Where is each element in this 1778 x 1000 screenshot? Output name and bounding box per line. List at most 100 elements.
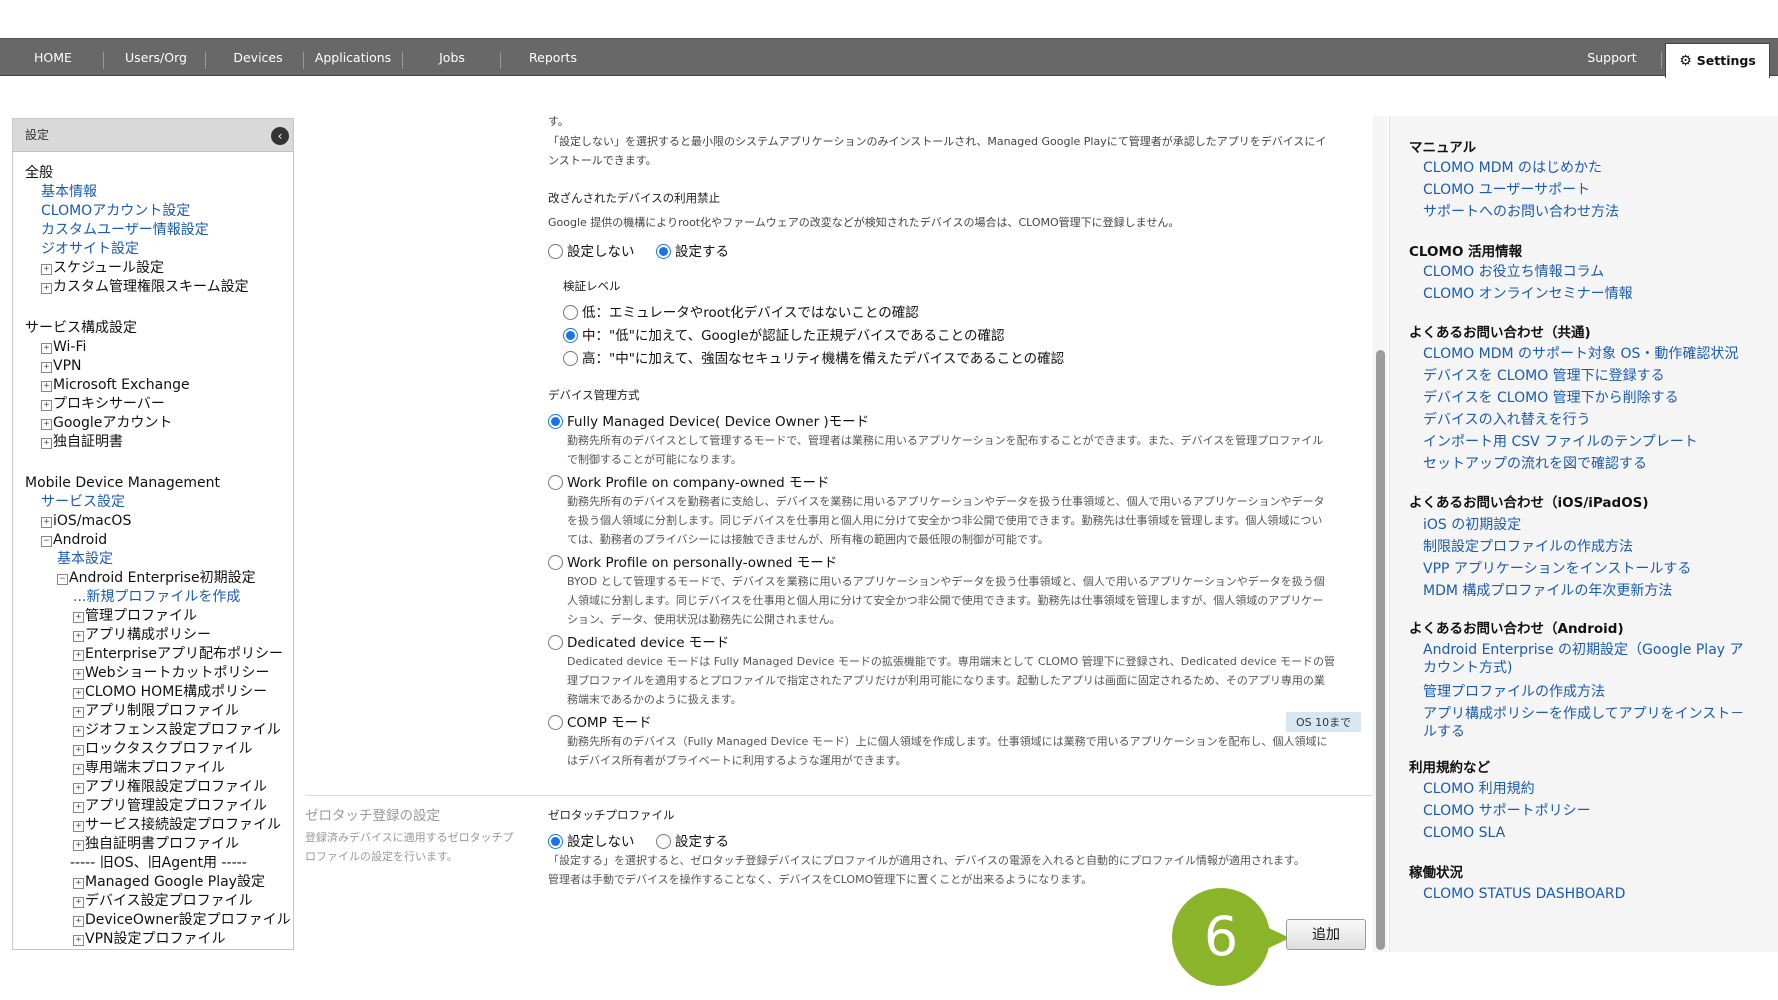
tree-item-profile-1[interactable]: + アプリ構成ポリシー [25,626,293,645]
tree-item-legacy-2[interactable]: + DeviceOwner設定プロファイル [25,911,293,930]
expand-icon[interactable]: + [73,821,84,832]
tree-item-profile-3[interactable]: + Webショートカットポリシー [25,664,293,683]
tamper-off-option[interactable]: 設定しない [548,240,635,260]
expand-icon[interactable]: + [73,669,84,680]
tree-item-legacy-0[interactable]: + Managed Google Play設定 [25,873,293,892]
tree-link-basic-info[interactable]: 基本情報 [41,184,97,200]
tree-item-profile-10[interactable]: + アプリ管理設定プロファイル [25,797,293,816]
expand-icon[interactable]: + [73,783,84,794]
tree-item-exchange[interactable]: + Microsoft Exchange [25,376,293,395]
help-link[interactable]: 制限設定プロファイルの作成方法 [1423,538,1753,556]
help-link[interactable]: デバイスを CLOMO 管理下に登録する [1423,367,1753,385]
expand-icon[interactable]: + [41,419,52,430]
tamper-on-option[interactable]: 設定する [656,240,729,260]
nav-home[interactable]: HOME [20,39,86,77]
tamper-on-radio[interactable] [656,244,671,259]
tree-item-profile-0[interactable]: + 管理プロファイル [25,607,293,626]
tree-item-custom-permission[interactable]: + カスタム管理権限スキーム設定 [25,278,293,297]
nav-support[interactable]: Support [1570,39,1654,77]
expand-icon[interactable]: + [73,688,84,699]
expand-icon[interactable]: + [41,264,52,275]
expand-icon[interactable]: + [41,283,52,294]
help-link[interactable]: CLOMO MDM のサポート対象 OS・動作確認状況 [1423,345,1753,363]
expand-icon[interactable]: + [73,707,84,718]
help-link[interactable]: CLOMO サポートポリシー [1423,802,1753,820]
expand-icon[interactable]: + [73,802,84,813]
tree-item-vpn[interactable]: + VPN [25,357,293,376]
zero-touch-on-option[interactable]: 設定する [656,830,729,850]
nav-users-org[interactable]: Users/Org [110,39,202,77]
tree-item-profile-4[interactable]: + CLOMO HOME構成ポリシー [25,683,293,702]
help-link[interactable]: 管理プロファイルの作成方法 [1423,683,1753,701]
tree-item-google-account[interactable]: + Googleアカウント [25,414,293,433]
help-link[interactable]: CLOMO ユーザーサポート [1423,181,1753,199]
help-link[interactable]: インポート用 CSV ファイルのテンプレート [1423,433,1753,451]
expand-icon[interactable]: + [73,935,84,946]
expand-icon[interactable]: + [73,726,84,737]
tree-item-wifi[interactable]: + Wi-Fi [25,338,293,357]
zero-touch-off-option[interactable]: 設定しない [548,830,635,850]
add-button[interactable]: 追加 [1286,919,1366,950]
expand-icon[interactable]: + [41,438,52,449]
nav-reports[interactable]: Reports [508,39,598,77]
wpc-radio[interactable] [548,475,563,490]
expand-icon[interactable]: + [73,745,84,756]
tree-item-ios-macos[interactable]: + iOS/macOS [25,512,293,531]
zero-touch-off-radio[interactable] [548,834,563,849]
expand-icon[interactable]: + [41,400,52,411]
tamper-off-radio[interactable] [548,244,563,259]
nav-settings-tab[interactable]: ⚙ Settings [1665,43,1770,78]
verify-high-option[interactable]: 高："中"に加えて、強固なセキュリティ機構を備えたデバイスであることの確認 [563,347,1064,367]
help-link[interactable]: MDM 構成プロファイルの年次更新方法 [1423,582,1753,600]
tree-item-android[interactable]: − Android [25,531,293,550]
expand-icon[interactable]: + [73,631,84,642]
tree-item-profile-12[interactable]: + 独自証明書プロファイル [25,835,293,854]
expand-icon[interactable]: + [73,916,84,927]
help-link[interactable]: VPP アプリケーションをインストールする [1423,560,1753,578]
verify-mid-radio[interactable] [563,328,578,343]
tree-item-profile-8[interactable]: + 専用端末プロファイル [25,759,293,778]
expand-icon[interactable]: + [73,764,84,775]
tree-item-profile-5[interactable]: + アプリ制限プロファイル [25,702,293,721]
expand-icon[interactable]: + [41,343,52,354]
dedicated-option[interactable]: Dedicated device モード [548,631,729,651]
tree-item-ae-initial[interactable]: − Android Enterprise初期設定 [25,569,293,588]
wpc-option[interactable]: Work Profile on company-owned モード [548,471,829,491]
help-link[interactable]: デバイスの入れ替えを行う [1423,411,1753,429]
tree-item-legacy-3[interactable]: + VPN設定プロファイル [25,930,293,949]
tree-link-android-basic[interactable]: 基本設定 [57,551,113,567]
expand-icon[interactable]: + [41,381,52,392]
help-link[interactable]: CLOMO 利用規約 [1423,780,1753,798]
fmd-radio[interactable] [548,414,563,429]
tree-link-geosite[interactable]: ジオサイト設定 [41,241,139,257]
nav-devices[interactable]: Devices [212,39,304,77]
verify-high-radio[interactable] [563,351,578,366]
verify-low-radio[interactable] [563,305,578,320]
nav-applications[interactable]: Applications [308,39,398,77]
tree-item-schedule[interactable]: + スケジュール設定 [25,259,293,278]
expand-icon[interactable]: + [73,650,84,661]
help-link[interactable]: デバイスを CLOMO 管理下から削除する [1423,389,1753,407]
tree-item-proxy[interactable]: + プロキシサーバー [25,395,293,414]
expand-icon[interactable]: + [73,878,84,889]
help-link[interactable]: iOS の初期設定 [1423,516,1753,534]
help-link[interactable]: CLOMO STATUS DASHBOARD [1423,885,1753,903]
tree-item-profile-6[interactable]: + ジオフェンス設定プロファイル [25,721,293,740]
help-link[interactable]: セットアップの流れを図で確認する [1423,455,1753,473]
dedicated-radio[interactable] [548,635,563,650]
fmd-option[interactable]: Fully Managed Device( Device Owner )モード [548,410,869,430]
collapse-sidebar-icon[interactable]: ‹ [271,127,289,145]
comp-option[interactable]: COMP モード [548,711,652,731]
help-link[interactable]: CLOMO SLA [1423,824,1753,842]
tree-item-profile-2[interactable]: + Enterpriseアプリ配布ポリシー [25,645,293,664]
expand-icon[interactable]: + [41,517,52,528]
expand-icon[interactable]: + [73,612,84,623]
wpp-radio[interactable] [548,555,563,570]
tree-link-custom-user-info[interactable]: カスタムユーザー情報設定 [41,222,209,238]
verify-low-option[interactable]: 低：エミュレータやroot化デバイスではないことの確認 [563,301,919,321]
tree-item-certificate[interactable]: + 独自証明書 [25,433,293,452]
collapse-icon[interactable]: − [57,574,68,585]
tree-item-profile-7[interactable]: + ロックタスクプロファイル [25,740,293,759]
tree-item-legacy-1[interactable]: + デバイス設定プロファイル [25,892,293,911]
nav-jobs[interactable]: Jobs [408,39,496,77]
